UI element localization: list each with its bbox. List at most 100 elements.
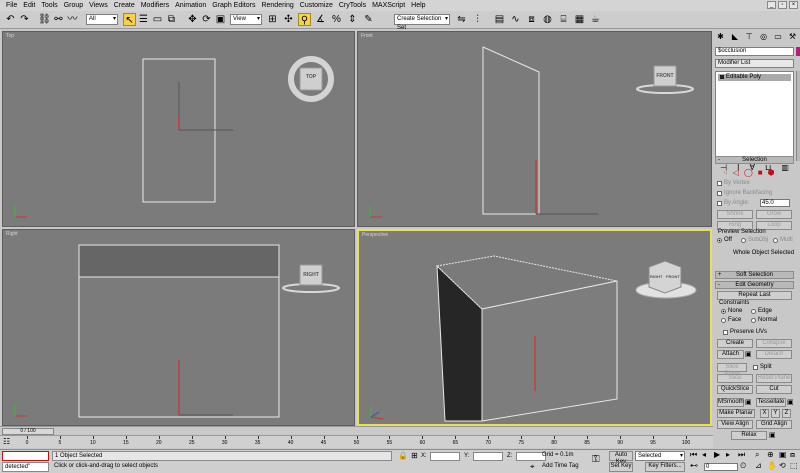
viewcube-right-label[interactable]: RIGHT (300, 272, 322, 278)
scale-icon[interactable]: ▣ (214, 13, 227, 26)
material-editor-icon[interactable]: ◍ (541, 13, 554, 26)
close-icon[interactable]: × (789, 1, 798, 9)
view-align-button[interactable]: View Align (717, 420, 753, 429)
schematic-view-icon[interactable]: ⧈ (525, 13, 538, 26)
menu-group[interactable]: Group (61, 0, 86, 11)
constraint-edge-radio[interactable]: Edge (751, 308, 772, 314)
motion-tab-icon[interactable]: ◎ (758, 31, 769, 42)
time-configuration-icon[interactable]: ⏲ (740, 461, 746, 471)
unlink-icon[interactable]: ⚯ (52, 13, 65, 26)
preview-off-radio[interactable]: Off (717, 237, 732, 243)
current-frame-spinner[interactable]: 0 (704, 463, 738, 471)
menu-maxscript[interactable]: MAXScript (369, 0, 408, 11)
absolute-mode-icon[interactable]: ⊞ (411, 451, 418, 461)
slice-button[interactable]: Slice (717, 374, 753, 383)
grid-align-button[interactable]: Grid Align (756, 420, 792, 429)
zoom-icon[interactable]: ⌕ (755, 450, 759, 460)
planar-x-button[interactable]: X (760, 409, 769, 418)
viewport-right[interactable]: Right RIGHT (2, 229, 355, 426)
previous-frame-icon[interactable]: ◂ (702, 450, 706, 460)
rotate-icon[interactable]: ⟳ (200, 13, 213, 26)
reset-plane-button[interactable]: Reset Plane (756, 374, 792, 383)
modifier-list-dropdown[interactable]: Modifier List (715, 59, 794, 68)
undo-icon[interactable]: ↶ (4, 13, 17, 26)
menu-create[interactable]: Create (111, 0, 138, 11)
make-planar-button[interactable]: Make Planar (717, 409, 755, 418)
create-button[interactable]: Create (717, 339, 753, 348)
rectangular-selection-icon[interactable]: ▭ (151, 13, 164, 26)
by-angle-spinner[interactable]: 45.0 (760, 199, 790, 207)
rollout-selection[interactable]: - Selection (715, 156, 794, 164)
go-to-end-icon[interactable]: ⏭ (738, 450, 745, 460)
slice-plane-button[interactable]: Slice Plane (717, 363, 747, 377)
manipulate-icon[interactable]: ✣ (282, 13, 295, 26)
time-tag-icon[interactable]: ⌖ (530, 462, 535, 472)
zoom-extents-icon[interactable]: ▣ (779, 450, 787, 460)
modify-tab-icon[interactable]: ◣ (729, 31, 740, 42)
maximize-viewport-icon[interactable]: ⬚ (790, 461, 798, 471)
move-icon[interactable]: ✥ (186, 13, 199, 26)
select-object-icon[interactable]: ↖ (123, 13, 136, 26)
maxscript-listener-pink[interactable] (2, 451, 49, 461)
edge-icon[interactable]: ◁ (733, 168, 739, 177)
menu-tools[interactable]: Tools (38, 0, 60, 11)
y-coordinate-field[interactable] (473, 452, 503, 461)
field-of-view-icon[interactable]: ⊿ (755, 461, 762, 471)
collapse-button[interactable]: Collapse (756, 339, 792, 348)
menu-help[interactable]: Help (408, 0, 428, 11)
minimize-icon[interactable]: _ (767, 1, 776, 9)
modifier-stack[interactable]: Editable Poly (715, 71, 794, 161)
auto-key-button[interactable]: Auto Key (609, 451, 633, 465)
reference-coordinate-dropdown[interactable]: View (230, 14, 262, 25)
zoom-extents-all-icon[interactable]: ⧈ (790, 450, 795, 460)
border-icon[interactable]: ◯ (744, 168, 753, 177)
curve-editor-icon[interactable]: ∿ (509, 13, 522, 26)
msmooth-settings-icon[interactable]: ▣ (745, 398, 752, 406)
viewcube-top-label[interactable]: TOP (300, 74, 322, 80)
menu-crytools[interactable]: CryTools (336, 0, 369, 11)
rendered-frame-window-icon[interactable]: ▦ (573, 13, 586, 26)
viewport-perspective[interactable]: Perspective RIGHT FRONT (357, 229, 712, 426)
tessellate-button[interactable]: Tessellate (756, 398, 786, 407)
cut-button[interactable]: Cut (756, 385, 792, 394)
spinner-snap-icon[interactable]: ⇕ (346, 13, 359, 26)
repeat-last-button[interactable]: Repeat Last (717, 291, 792, 300)
add-time-tag[interactable]: Add Time Tag (542, 462, 579, 471)
key-mode-toggle-icon[interactable]: ⊷ (690, 461, 698, 471)
relax-settings-icon[interactable]: ▣ (769, 431, 776, 439)
polygon-icon[interactable]: ■ (758, 168, 763, 177)
viewport-front[interactable]: Front FRONT (357, 31, 712, 227)
play-icon[interactable]: ▶ (714, 450, 720, 460)
angle-snap-icon[interactable]: ∡ (314, 13, 327, 26)
time-slider[interactable]: 0 / 100 (0, 426, 713, 435)
grow-button[interactable]: Grow (756, 210, 792, 219)
quick-render-icon[interactable]: ☕ (589, 13, 602, 26)
preview-subobj-radio[interactable]: SubObj (741, 237, 768, 243)
maxscript-listener-white[interactable]: detected" (2, 462, 49, 472)
menu-rendering[interactable]: Rendering (258, 0, 296, 11)
viewcube-persp-side-label[interactable]: FRONT (666, 274, 680, 279)
constraint-face-radio[interactable]: Face (721, 317, 741, 323)
constraint-none-radio[interactable]: None (721, 308, 742, 314)
x-coordinate-field[interactable] (430, 452, 460, 461)
object-name-field[interactable]: $occlusion (715, 47, 794, 56)
msmooth-button[interactable]: MSmooth (717, 398, 744, 407)
time-slider-thumb[interactable]: 0 / 100 (2, 428, 54, 435)
shrink-button[interactable]: Shrink (717, 210, 753, 219)
vertex-icon[interactable]: ⁖ (723, 168, 728, 177)
menu-views[interactable]: Views (86, 0, 111, 11)
ignore-backfacing-checkbox[interactable]: Ignore Backfacing (717, 190, 772, 196)
menu-file[interactable]: File (3, 0, 20, 11)
key-mode-dropdown[interactable]: Selected (635, 451, 685, 461)
attach-settings-icon[interactable]: ▣ (745, 350, 752, 358)
set-key-icon[interactable]: ⚿ (592, 455, 600, 465)
display-tab-icon[interactable]: ▭ (773, 31, 784, 42)
viewcube-persp-front-label[interactable]: RIGHT (650, 274, 662, 279)
select-and-link-icon[interactable]: ⛓ (38, 13, 51, 26)
restore-icon[interactable]: ▫ (778, 1, 787, 9)
utilities-tab-icon[interactable]: ⚒ (787, 31, 798, 42)
mini-curve-editor-icon[interactable]: ☷ (3, 437, 10, 446)
set-key-button[interactable]: Set Key (609, 462, 633, 472)
align-icon[interactable]: ⫶ (471, 13, 484, 26)
go-to-start-icon[interactable]: ⏮ (690, 450, 697, 460)
